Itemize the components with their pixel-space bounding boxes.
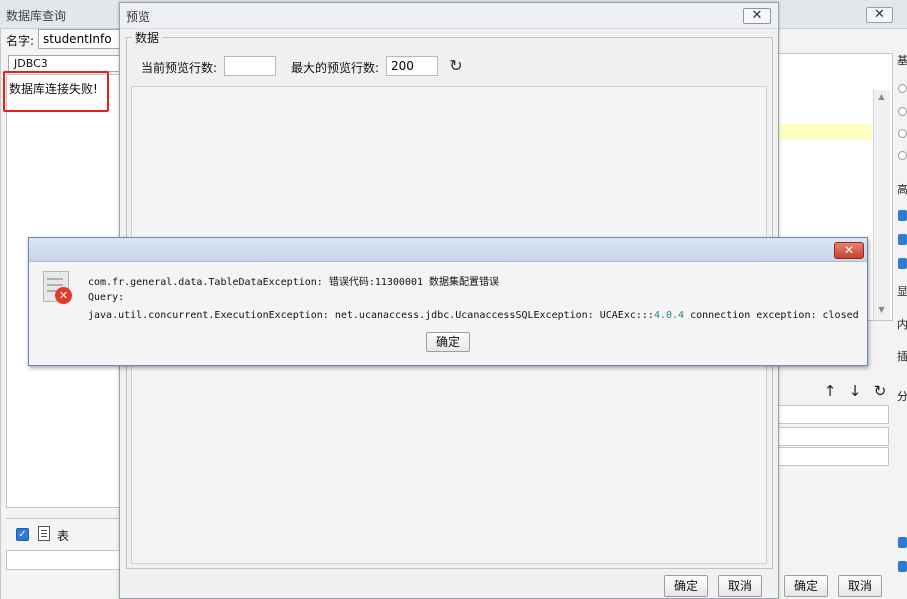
current-rows-input[interactable] [224,56,276,76]
edge-check-5[interactable] [898,561,907,572]
error-line-query: Query: [88,292,125,303]
error-cause-suffix: connection exception: closed [684,310,859,321]
bg-ok-button[interactable]: 确定 [784,575,828,597]
preview-cancel-button[interactable]: 取消 [718,575,762,597]
scroll-up-icon[interactable]: ▲ [876,92,887,102]
error-dialog-close-icon[interactable]: ✕ [834,242,864,259]
param-field-1[interactable] [776,405,889,424]
error-cause-prefix: java.util.concurrent.ExecutionException:… [88,310,654,321]
preview-close-icon[interactable]: ✕ [743,8,771,24]
error-icon: ✕ [55,287,72,304]
edge-radio-2[interactable] [898,107,907,116]
left-search-field[interactable] [6,550,120,570]
param-field-2[interactable] [776,427,889,446]
edge-radio-3[interactable] [898,129,907,138]
table-label: 表 [57,529,70,543]
error-cause-version: 4.0.4 [653,310,685,321]
max-rows-label: 最大的预览行数: [291,61,380,75]
scroll-down-icon[interactable]: ▼ [876,305,887,315]
move-up-icon[interactable]: ↑ [822,382,838,400]
selected-parameter-row[interactable] [776,124,872,140]
name-input[interactable] [38,29,122,49]
current-rows-label: 当前预览行数: [141,61,218,75]
database-query-title: 数据库查询 [6,9,67,23]
edge-label-4: 内 [897,318,907,331]
data-group-label: 数据 [132,29,163,46]
table-checkbox[interactable]: ✓ [16,528,29,541]
database-query-close-icon[interactable]: ✕ [866,7,893,23]
max-rows-input[interactable] [386,56,438,76]
connection-select[interactable]: JDBC3 [8,55,120,72]
edge-label-5: 插 [897,350,907,363]
error-line-exception: com.fr.general.data.TableDataException: … [88,277,500,288]
table-icon [38,526,50,541]
edge-label-advanced: 高 [897,183,907,196]
edge-radio-4[interactable] [898,151,907,160]
edge-check-2[interactable] [898,234,907,245]
parameter-scrollbar[interactable] [873,90,890,320]
refresh-icon[interactable]: ↻ [448,56,464,76]
param-field-3[interactable] [776,447,889,466]
error-line-cause: java.util.concurrent.ExecutionException:… [88,310,859,321]
preview-titlebar [120,3,778,29]
edge-label-6: 分 [897,390,907,403]
preview-title: 预览 [126,10,151,24]
edge-label-basic: 基 [897,54,907,67]
move-down-icon[interactable]: ↓ [847,382,863,400]
preview-ok-button[interactable]: 确定 [664,575,708,597]
edge-radio-1[interactable] [898,84,907,93]
edge-check-3[interactable] [898,258,907,269]
edge-check-4[interactable] [898,537,907,548]
error-highlight-box [3,71,109,112]
error-ok-button[interactable]: 确定 [426,332,470,352]
refresh-params-icon[interactable]: ↻ [872,382,888,400]
edge-check-1[interactable] [898,210,907,221]
edge-label-3: 显 [897,285,907,298]
error-dialog-titlebar [29,238,867,262]
name-label: 名字: [6,34,35,48]
bg-cancel-button[interactable]: 取消 [838,575,882,597]
